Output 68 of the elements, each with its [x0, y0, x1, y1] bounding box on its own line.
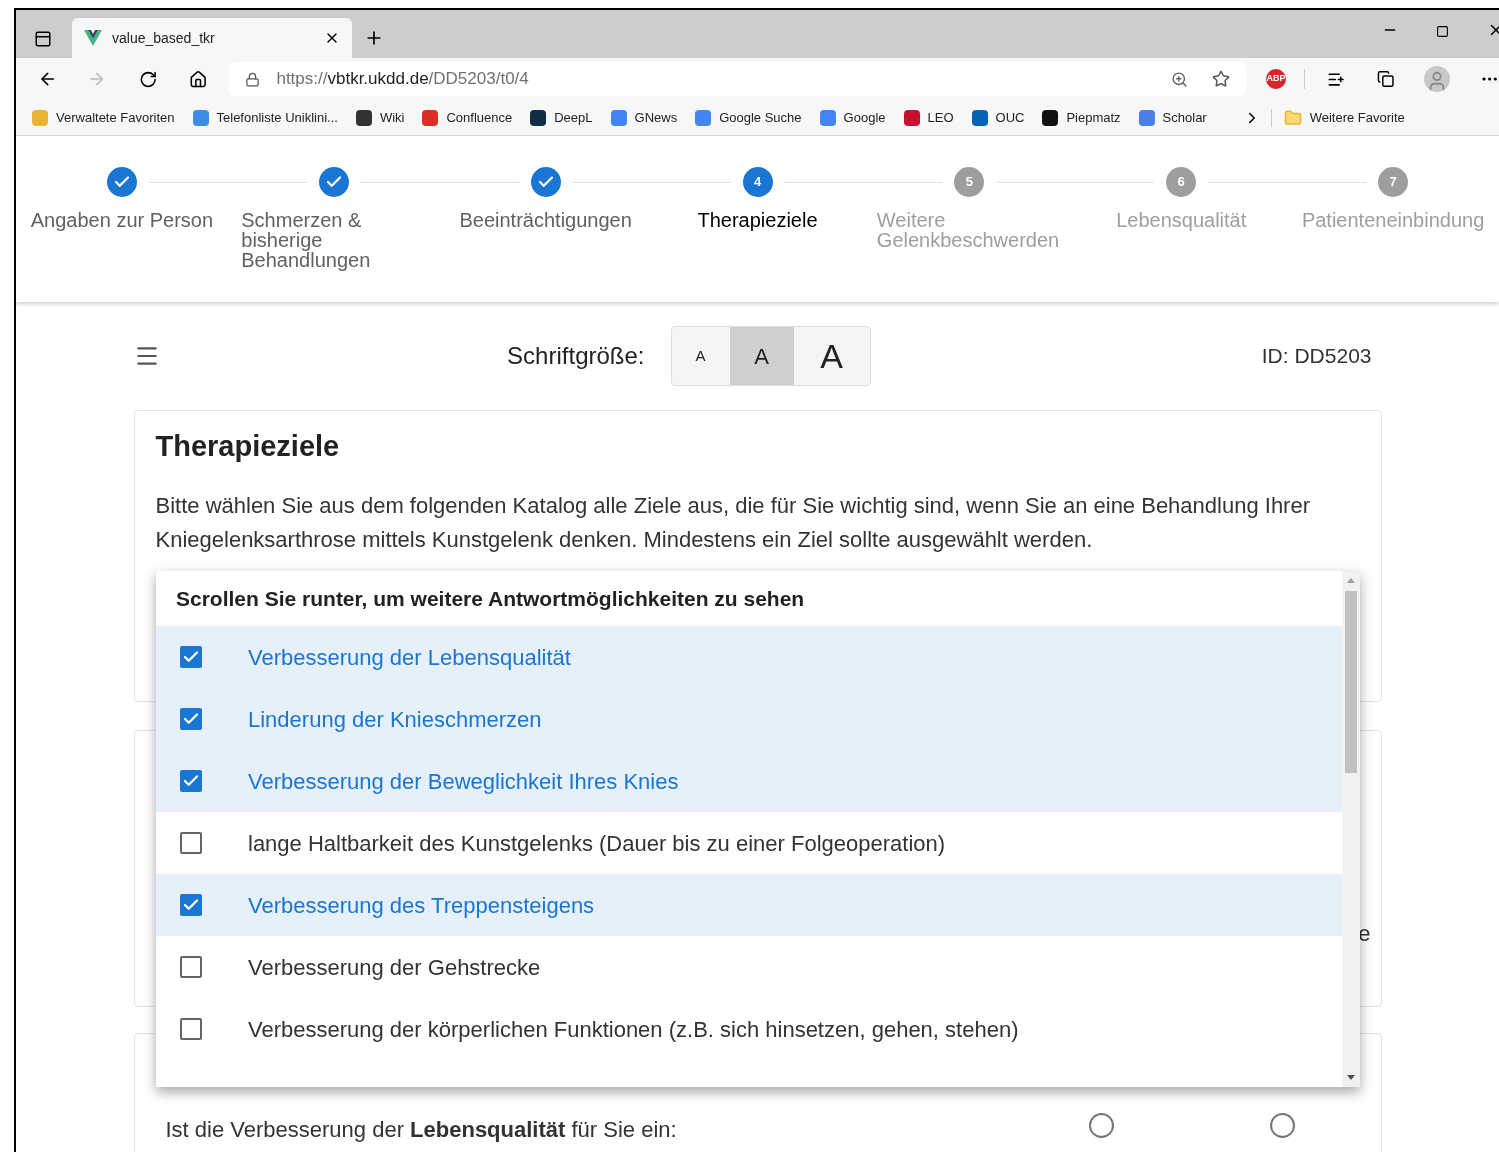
goal-option[interactable]: Verbesserung der Beweglichkeit Ihres Knies: [156, 750, 1342, 812]
step-label: Therapieziele: [697, 210, 818, 230]
stepper-step[interactable]: Schmerzen & bisherige Behandlungen: [227, 167, 440, 302]
stepper-step[interactable]: 4 Therapieziele: [651, 167, 864, 302]
question-text: Ist die Verbesserung der Lebensqualität für Sie ein:: [165, 1116, 678, 1144]
font-size-label: Schriftgröße:: [507, 341, 645, 371]
step-indicator: 4: [742, 167, 773, 197]
lock-icon: [245, 71, 261, 87]
bookmark-item[interactable]: Google Suche: [695, 107, 802, 128]
step-label: Lebensqualität: [1116, 210, 1247, 230]
goal-option[interactable]: Verbesserung des Treppensteigens: [156, 874, 1342, 936]
radio-button[interactable]: [1269, 1113, 1295, 1138]
url-text: https://vbtkr.ukdd.de/DD5203/t0/4: [276, 68, 529, 91]
card-description: Bitte wählen Sie aus dem folgenden Katalog alle Ziele aus, die für Sie wichtig sind, wenn Sie an eine Behandlung Ihrer Kniegelenksarthrose mittels Kunstgelenk denken. Mindestens ein Ziel sollte ausgewählt werden.: [155, 491, 1311, 554]
profile-avatar[interactable]: [1424, 66, 1450, 92]
card-title: Therapieziele: [155, 429, 341, 464]
font-size-button[interactable]: A: [793, 327, 870, 385]
checkbox[interactable]: [180, 770, 202, 792]
bookmark-item[interactable]: DeepL: [530, 107, 593, 128]
radio-button[interactable]: [1088, 1113, 1114, 1138]
bookmark-item[interactable]: Google: [819, 107, 886, 128]
bookmark-item[interactable]: Wiki: [355, 107, 405, 128]
add-favorite-icon[interactable]: [1212, 70, 1231, 88]
browser-tab[interactable]: value_based_tkr: [72, 18, 352, 58]
tab-actions-icon[interactable]: [34, 30, 52, 48]
folder-icon: [1283, 108, 1302, 127]
bookmark-item[interactable]: Telefonliste Uniklini...: [192, 107, 338, 128]
bookmark-item[interactable]: Scholar: [1138, 107, 1207, 128]
checkbox[interactable]: [180, 894, 202, 916]
id-label: ID: DD5203: [1261, 343, 1372, 370]
step-indicator: 5: [954, 167, 985, 197]
dropdown-hint: Scrollen Sie runter, um weitere Antwortmöglichkeiten zu sehen: [175, 585, 806, 612]
adblock-badge[interactable]: ABP: [1266, 69, 1286, 89]
font-size-button[interactable]: A: [729, 327, 794, 385]
bookmark-item[interactable]: OUC: [971, 107, 1025, 128]
stepper-step[interactable]: Beeinträchtigungen: [439, 167, 652, 302]
bookmark-item[interactable]: LEO: [903, 107, 954, 128]
checkbox[interactable]: [180, 708, 202, 730]
goal-option[interactable]: Linderung der Knieschmerzen: [156, 688, 1342, 750]
checkbox[interactable]: [180, 1018, 202, 1040]
step-label: Schmerzen & bisherige Behandlungen: [241, 210, 372, 270]
checkbox[interactable]: [180, 832, 202, 854]
step-label: Beeinträchtigungen: [459, 210, 632, 230]
address-bar[interactable]: https://vbtkr.ukdd.de/DD5203/t0/4: [229, 62, 1247, 96]
bookmark-item[interactable]: Piepmatz: [1042, 107, 1121, 128]
maximize-icon[interactable]: [1436, 25, 1449, 38]
scrollbar[interactable]: [1342, 571, 1360, 1087]
scroll-down-icon[interactable]: [1347, 1075, 1355, 1081]
other-favorites-folder[interactable]: Weitere Favorite: [1283, 107, 1405, 128]
font-size-button[interactable]: A: [671, 327, 730, 385]
step-indicator: 6: [1166, 167, 1197, 197]
reload-icon[interactable]: [138, 69, 158, 89]
bookmark-item[interactable]: GNews: [610, 107, 678, 128]
step-label: Weitere Gelenkbeschwerden: [876, 210, 1061, 250]
stepper-step[interactable]: Angaben zur Person: [16, 167, 228, 302]
step-label: Angaben zur Person: [30, 210, 214, 230]
step-indicator: 7: [1378, 167, 1409, 197]
goal-option[interactable]: Verbesserung der Lebensqualität: [156, 626, 1342, 688]
v-logo-icon: [84, 30, 102, 46]
home-icon[interactable]: [189, 69, 208, 89]
checkbox[interactable]: [180, 956, 202, 978]
scrollbar-thumb[interactable]: [1345, 591, 1357, 773]
bookmark-item[interactable]: Confluence: [422, 107, 513, 128]
checkbox[interactable]: [180, 646, 202, 668]
step-label: Patienteneinbindung: [1301, 210, 1485, 230]
collections-icon[interactable]: [1377, 70, 1395, 88]
bookmark-item[interactable]: Verwaltete Favoriten: [32, 107, 175, 128]
zoom-icon[interactable]: [1171, 70, 1189, 88]
